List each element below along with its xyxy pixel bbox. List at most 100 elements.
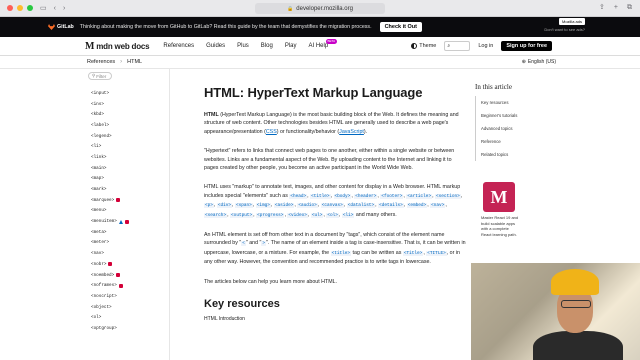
toc-item-advanced-topics[interactable]: Advanced topics [476,122,535,135]
element-code-link[interactable]: <span> [235,203,253,209]
element-code-link[interactable]: <canvas> [320,203,344,209]
element-code-link[interactable]: <output> [230,212,254,218]
element-code-link[interactable]: <aside> [273,203,295,209]
sidebar-item-label: <menuitem> [91,219,117,225]
signup-button[interactable]: Sign up for free [501,41,552,51]
title-code-link[interactable]: <title> [330,250,352,256]
sidebar-item[interactable]: <legend> [91,131,129,142]
minimize-window-button[interactable] [17,5,23,11]
mdn-logo[interactable]: M mdn web docs [85,41,150,52]
sidebar-item[interactable]: <nav> [91,248,129,259]
sidebar-item[interactable]: <ol> [91,312,129,323]
sidebar-item[interactable]: <noscript> [91,291,129,302]
sidebar-item[interactable]: <optgroup> [91,323,129,334]
paragraph-tags: An HTML element is set off from other te… [204,231,466,267]
maximize-window-button[interactable] [27,5,33,11]
nav-blog[interactable]: Blog [261,43,273,49]
element-code-link[interactable]: <search> [204,212,228,218]
element-code-link[interactable]: <div> [216,203,233,209]
breadcrumb-references[interactable]: References [87,59,115,65]
sidebar-item[interactable]: <menu> [91,206,129,217]
element-code-link[interactable]: <article> [406,193,433,199]
sidebar-item[interactable]: <marquee> [91,195,129,206]
address-bar[interactable]: 🔒 developer.mozilla.org [255,3,385,14]
element-code-link[interactable]: <datalist> [346,203,376,209]
toc-item-key-resources[interactable]: Key resources [476,96,535,109]
sidebar-item[interactable]: <input> [91,88,129,99]
share-icon[interactable]: ⇪ [599,4,605,11]
login-link[interactable]: Log in [478,43,493,49]
presenter-beanie [551,269,599,295]
element-code-link[interactable]: <img> [255,203,271,209]
element-code-link[interactable]: <body> [333,193,352,199]
sidebar-item[interactable]: <nobr> [91,259,129,270]
element-code-link[interactable]: <embed> [406,203,428,209]
element-code-link[interactable]: <ol> [326,212,339,218]
sidebar-item[interactable]: <meter> [91,238,129,249]
sidebar-item[interactable]: <noembed> [91,270,129,281]
javascript-link[interactable]: JavaScript [339,129,364,135]
element-code-link[interactable]: <ul> [310,212,324,218]
element-code-link[interactable]: <header> [354,193,378,199]
element-code-link[interactable]: <head> [289,193,308,199]
element-code-link[interactable]: <details> [378,203,404,209]
check-it-out-button[interactable]: Check it Out [379,22,422,32]
p4-text-d: tag can be written as [351,249,403,256]
sidebar-item[interactable]: <mark> [91,184,129,195]
nav-guides[interactable]: Guides [206,43,225,49]
tabs-overview-icon[interactable]: ⧉ [627,4,632,11]
element-code-link[interactable]: <progress> [256,212,285,218]
sidebar-item[interactable]: <label> [91,120,129,131]
search-button[interactable]: ⌕ [444,41,471,51]
css-link[interactable]: CSS [266,129,277,135]
element-code-link[interactable]: <audio> [297,203,318,209]
forward-icon[interactable]: › [63,5,65,12]
sidebar-item[interactable]: <ins> [91,99,129,110]
nav-ai-help[interactable]: AI Help BETA [308,39,338,49]
sidebar-item[interactable]: <noframes> [91,280,129,291]
nav-play[interactable]: Play [285,43,297,49]
element-code-link[interactable]: <footer> [380,193,404,199]
toc-item-beginners-tutorials[interactable]: Beginner's tutorials [476,109,535,122]
element-code-link[interactable]: <title> [310,193,331,199]
sidebar-item-label: <mark> [91,187,107,193]
nav-plus[interactable]: Plus [237,43,249,49]
sidebar-item-label: <legend> [91,133,112,139]
element-code-link[interactable]: <video> [287,212,308,218]
sidebar-item[interactable]: <object> [91,302,129,313]
sidebar-item-label: <noframes> [91,283,117,289]
sidebar-item[interactable]: <link> [91,152,129,163]
sidebar-item[interactable]: <main> [91,163,129,174]
element-code-link[interactable]: <li> [341,212,355,218]
element-code-link[interactable]: <p> [204,203,214,209]
element-code-link[interactable]: <section> [435,193,461,199]
breadcrumb-html[interactable]: HTML [127,59,142,65]
close-window-button[interactable] [7,5,13,11]
sidebar-ad[interactable]: M Master React 19 and build scalable app… [475,182,520,254]
sidebar-item[interactable]: <meta> [91,227,129,238]
deprecated-icon [116,198,121,203]
back-icon[interactable]: ‹ [54,5,56,12]
window-controls [7,5,33,11]
toc-item-related-topics[interactable]: Related topics [476,148,535,161]
sidebar-item[interactable]: <map> [91,174,129,185]
language-switcher[interactable]: ⊕ English (US) [522,59,556,65]
table-of-contents: In this article Key resources Beginner's… [475,69,535,161]
sidebar-filter-input[interactable]: ⚲ Filter [88,72,112,80]
sidebar-toggle-icon[interactable]: ▭ [40,5,47,12]
sidebar-item-label: <object> [91,304,112,310]
hide-ads-link[interactable]: Don't want to see ads? [544,27,585,32]
new-tab-icon[interactable]: + [614,4,618,11]
theme-switcher[interactable]: Theme [411,43,436,49]
experimental-icon [118,219,123,224]
html-introduction-link[interactable]: HTML Introduction [204,316,466,322]
sidebar-item[interactable]: <menuitem> [91,216,129,227]
sidebar-item[interactable]: <kbd> [91,109,129,120]
nav-references[interactable]: References [163,43,194,49]
toc-item-reference[interactable]: Reference [476,135,535,148]
paragraph-hypertext: "Hypertext" refers to links that connect… [204,148,455,172]
element-code-link[interactable]: <nav> [430,203,446,209]
mozilla-ads-label[interactable]: Mozilla ads [558,18,585,25]
sidebar-item[interactable]: <li> [91,141,129,152]
title-upper-code: <TITLE> [426,250,447,256]
